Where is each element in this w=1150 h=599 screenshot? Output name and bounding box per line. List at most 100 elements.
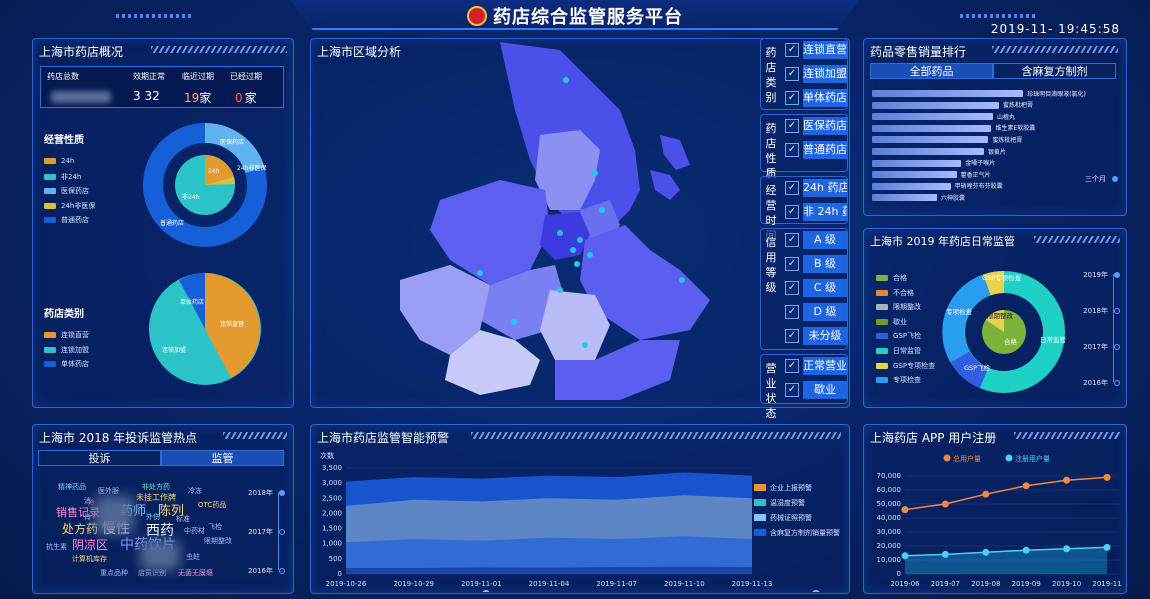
filter-option[interactable]: ✓ 普通药店 [785,141,847,159]
checkbox[interactable]: ✓ [785,181,799,195]
cloud-word[interactable]: 肖 [84,512,91,522]
legend-label: 专项检查 [893,376,921,385]
cloud-word[interactable]: 外伤 [146,512,160,522]
cloud-word[interactable]: 标准 [176,514,190,524]
data-point[interactable] [941,550,949,558]
cloud-word[interactable]: 处方药 [62,520,98,537]
filter-option[interactable]: ✓ 正常营业 [785,357,847,375]
timeline-item[interactable]: 2018年 [1083,306,1120,316]
filter-option[interactable]: ✓ 非 24h 药店 [785,203,847,221]
timeline-item[interactable]: 2018年 [248,488,285,498]
data-point[interactable] [1063,476,1071,484]
map-marker[interactable] [679,277,685,283]
data-point[interactable] [1063,545,1071,553]
tab-complaint[interactable]: 投诉 [38,450,161,466]
map-marker[interactable] [563,77,569,83]
data-point[interactable] [1103,473,1111,481]
checkbox[interactable]: ✓ [785,281,799,295]
cloud-word[interactable]: 阴凉区 [72,536,108,553]
map-marker[interactable] [599,207,605,213]
map-marker[interactable] [477,270,483,276]
checkbox[interactable]: ✓ [785,257,799,271]
cloud-word[interactable]: OTC药品 [198,500,226,510]
district-urban[interactable] [540,212,590,260]
cloud-word[interactable]: 限期整改 [204,536,232,546]
checkbox[interactable]: ✓ [785,67,799,81]
checkbox[interactable]: ✓ [785,91,799,105]
legend-item: 普通药店 [44,215,89,225]
checkbox[interactable]: ✓ [785,233,799,247]
checkbox[interactable]: ✓ [785,305,799,319]
tab-compound[interactable]: 含麻复方制剂 [993,63,1116,79]
cloud-word[interactable]: 医外服 [98,486,119,496]
filter-group-label: 药店类别 [765,46,777,104]
slider-handle[interactable] [482,590,490,592]
filter-option[interactable]: ✓ 连锁加盟 [785,65,847,83]
filter-option[interactable]: ✓ 医保药店 [785,117,847,135]
timeline-item[interactable]: 2016年 [1083,378,1120,388]
filter-option[interactable]: ✓ 歇业 [785,381,847,399]
filter-option[interactable]: ✓ B 级 [785,255,847,273]
data-point[interactable] [982,548,990,556]
data-point[interactable] [901,552,909,560]
checkbox[interactable]: ✓ [785,119,799,133]
legend-label: 含麻复方制剂销量预警 [770,528,840,537]
filter-option[interactable]: ✓ 连锁直营 [785,41,847,59]
map-marker[interactable] [592,170,598,176]
y-tick-label: 30,000 [877,528,902,536]
checkbox[interactable]: ✓ [785,329,799,343]
cloud-word[interactable]: 消 [84,496,91,506]
cloud-word[interactable]: 中药材 [184,526,205,536]
data-point[interactable] [1022,482,1030,490]
timeline-item[interactable]: 2019年 [1083,270,1120,280]
legend-item: 专项检查 [876,375,921,385]
tab-supervision[interactable]: 监管 [161,450,284,466]
filter-option[interactable]: ✓ C 级 [785,279,847,297]
timeline-item[interactable]: 2016年 [248,566,285,576]
map-marker[interactable] [511,319,517,325]
filter-option[interactable]: ✓ 单体药店 [785,89,847,107]
map-marker[interactable] [557,287,563,293]
timeline-item[interactable]: 三个月 [1085,174,1118,184]
map-marker[interactable] [570,247,576,253]
total-count [51,89,111,103]
store-stats: 药店总数 效期正常 临近过期 已经过期 3 32 19家 0家 [40,66,284,108]
timeline-item[interactable]: 2017年 [248,527,285,537]
checkbox[interactable]: ✓ [785,205,799,219]
data-point[interactable] [901,506,909,514]
district-island[interactable] [650,170,680,200]
tab-all-drugs[interactable]: 全部药品 [870,63,993,79]
legend-item: GSP飞检 [876,331,921,341]
filter-option[interactable]: ✓ A 级 [785,231,847,249]
checkbox[interactable]: ✓ [785,43,799,57]
filter-option[interactable]: ✓ 未分级 [785,327,847,345]
map-marker[interactable] [574,261,580,267]
cloud-word[interactable]: 无菌无膜瘾 [178,568,213,578]
map-marker[interactable] [557,230,563,236]
cloud-word[interactable]: 计算机库存 [72,554,107,564]
slider-handle[interactable] [812,590,820,592]
legend-swatch [44,188,56,194]
data-point[interactable] [1103,543,1111,551]
filter-option[interactable]: ✓ 24h 药店 [785,179,847,197]
cloud-word[interactable]: 精神药品 [58,482,86,492]
cloud-word[interactable]: 飞检 [208,522,222,532]
cloud-word[interactable]: 冷冻 [188,486,202,496]
cloud-word[interactable]: 重点品种 [100,568,128,578]
checkbox[interactable]: ✓ [785,359,799,373]
filter-option[interactable]: ✓ D 级 [785,303,847,321]
checkbox[interactable]: ✓ [785,143,799,157]
cloud-word[interactable]: 虫蛀 [186,552,200,562]
data-point[interactable] [1022,546,1030,554]
checkbox[interactable]: ✓ [785,383,799,397]
timeline-item[interactable]: 2017年 [1083,342,1120,352]
map-marker[interactable] [577,237,583,243]
map-marker[interactable] [587,252,593,258]
map-marker[interactable] [582,342,588,348]
cloud-word[interactable]: 抗生素 [46,542,67,552]
district-island[interactable] [660,135,690,170]
y-tick-label: 20,000 [877,542,902,550]
data-point[interactable] [982,490,990,498]
data-point[interactable] [941,500,949,508]
cloud-word[interactable]: 非处方药 [142,482,170,492]
